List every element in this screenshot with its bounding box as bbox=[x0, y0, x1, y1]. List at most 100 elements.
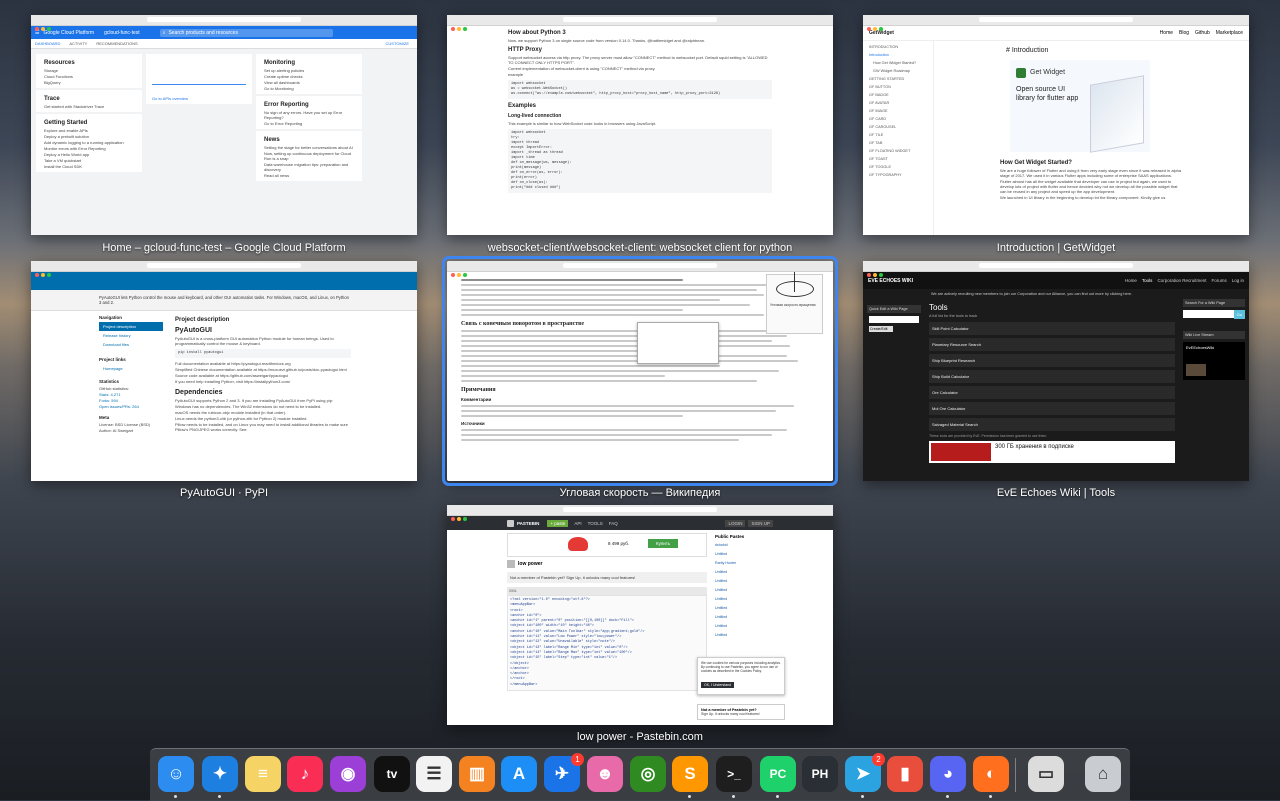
nav-tools[interactable]: Tools bbox=[1142, 278, 1153, 283]
paste-button[interactable]: + paste bbox=[547, 519, 569, 527]
nav-api[interactable]: API bbox=[574, 521, 581, 526]
nav-tools[interactable]: TOOLS bbox=[588, 521, 603, 526]
gs-item[interactable]: Deploy a prebuilt solution bbox=[44, 134, 134, 139]
testflight-icon[interactable]: ✈ 1 bbox=[544, 753, 584, 792]
sidebar-item[interactable]: GW Widget Roadmap bbox=[863, 67, 933, 75]
nav-marketplace[interactable]: Marketplace bbox=[1216, 30, 1243, 36]
gs-item[interactable]: Take a VM quickstart bbox=[44, 158, 134, 163]
stream-player[interactable]: EvEEchoesWiki bbox=[1183, 342, 1245, 380]
wiki-search-button[interactable]: Go bbox=[1233, 310, 1245, 319]
tool-item[interactable]: Skill Point Calculator bbox=[929, 322, 1175, 335]
tool-item[interactable]: Ore Calculator bbox=[929, 386, 1175, 399]
window-gcp[interactable]: ☰ Google Cloud Platform gcloud-func-test… bbox=[31, 15, 417, 235]
public-paste-item[interactable]: Untitled bbox=[715, 615, 775, 619]
tool-item[interactable]: Ship Build Calculator bbox=[929, 370, 1175, 383]
sidebar-item[interactable]: GF IMAGE bbox=[863, 107, 933, 115]
finder-icon[interactable]: ☺ bbox=[158, 756, 194, 792]
sidebar-item[interactable]: GF AVATAR bbox=[863, 99, 933, 107]
trash-icon[interactable]: ⌂ bbox=[1085, 756, 1121, 792]
reminders-icon[interactable]: ☰ bbox=[416, 756, 452, 792]
public-paste-item[interactable]: dshahid bbox=[715, 543, 775, 547]
ad-banner[interactable]: 8 499 руб. Купить bbox=[507, 533, 707, 557]
nvidia-icon[interactable]: ◎ bbox=[630, 756, 666, 792]
window-caption-gcp[interactable]: Home – gcloud-func-test – Google Cloud P… bbox=[31, 242, 417, 254]
nav-download-files[interactable]: Download files bbox=[99, 340, 163, 349]
window-pyautogui[interactable]: PyAutoGUI lets Python control the mouse … bbox=[31, 261, 417, 481]
public-paste-item[interactable]: Untitled bbox=[715, 633, 775, 637]
sidebar-item[interactable]: GF TYPOGRAPHY bbox=[863, 171, 933, 179]
nav-home[interactable]: Home bbox=[1125, 278, 1137, 283]
window-caption-pastebin[interactable]: low power - Pastebin.com bbox=[447, 731, 833, 743]
mon-item[interactable]: Create uptime checks bbox=[264, 74, 354, 79]
wiki-search-input[interactable] bbox=[1183, 310, 1234, 318]
tab-activity[interactable]: ACTIVITY bbox=[69, 41, 87, 46]
gs-item[interactable]: Install the Cloud SDK bbox=[44, 164, 134, 169]
firefox-icon[interactable]: ◐ bbox=[973, 756, 1009, 792]
sidebar-item[interactable]: GETTING STARTED bbox=[863, 75, 933, 83]
terminal-icon[interactable]: >_ bbox=[716, 756, 752, 792]
sidebar-item[interactable]: How Get Widget Started? bbox=[863, 59, 933, 67]
nav-blog[interactable]: Blog bbox=[1179, 30, 1189, 36]
stat-item[interactable]: Forks: 594 bbox=[99, 398, 157, 403]
public-paste-item[interactable]: Untitled bbox=[715, 597, 775, 601]
sidebar-item[interactable]: Introduction bbox=[863, 51, 933, 59]
public-paste-item[interactable]: Untitled bbox=[715, 624, 775, 628]
gs-item[interactable]: Deploy a Hello World app bbox=[44, 152, 134, 157]
app-store-icon[interactable]: A bbox=[501, 756, 537, 792]
sidebar-item[interactable]: GF TOAST bbox=[863, 155, 933, 163]
istat-icon[interactable]: ▮ bbox=[887, 756, 923, 792]
resource-bigquery[interactable]: BigQuery bbox=[44, 80, 134, 85]
safari-icon[interactable]: ✦ bbox=[202, 756, 238, 792]
public-paste-item[interactable]: Untitled bbox=[715, 570, 775, 574]
stat-item[interactable]: Open issues/PRs: 264 bbox=[99, 404, 157, 409]
tool-item[interactable]: Planetary Resource Search bbox=[929, 338, 1175, 351]
signup-button[interactable]: SIGN UP bbox=[748, 519, 773, 527]
link-homepage[interactable]: Homepage bbox=[99, 364, 163, 373]
books-icon[interactable]: ▥ bbox=[459, 756, 495, 792]
tool-item[interactable]: Salvaged Material Search bbox=[929, 418, 1175, 431]
window-caption-eve[interactable]: EvE Echoes Wiki | Tools bbox=[863, 487, 1249, 499]
ad-buy-button[interactable]: Купить bbox=[648, 539, 679, 548]
login-button[interactable]: LOGIN bbox=[725, 519, 746, 527]
tool-item[interactable]: Ship Blueprint Research bbox=[929, 354, 1175, 367]
project-selector[interactable]: gcloud-func-test bbox=[104, 30, 140, 36]
sidebar-item[interactable]: GF BADGE bbox=[863, 91, 933, 99]
window-getwidget[interactable]: GetWidget Home Blog Github Marketplace I… bbox=[863, 15, 1249, 235]
nav-project-description[interactable]: Project description bbox=[99, 322, 163, 331]
nav-release-history[interactable]: Release history bbox=[99, 331, 163, 340]
nav-home[interactable]: Home bbox=[1160, 30, 1173, 36]
public-paste-item[interactable]: Untitled bbox=[715, 579, 775, 583]
member-notice[interactable]: Not a member of Pastebin yet? Sign Up, i… bbox=[507, 572, 707, 583]
preview-icon[interactable]: ▭ bbox=[1028, 756, 1064, 792]
gs-item[interactable]: Add dynamic logging to a running applica… bbox=[44, 140, 134, 145]
recruit-notice[interactable]: We are actively recruiting new members t… bbox=[863, 289, 1249, 299]
stat-item[interactable]: Stars: 4,271 bbox=[99, 392, 157, 397]
news-item[interactable]: Setting the stage for better conversatio… bbox=[264, 145, 354, 150]
music-icon[interactable]: ♪ bbox=[287, 756, 323, 792]
window-caption-pyautogui[interactable]: PyAutoGUI · PyPI bbox=[31, 487, 417, 499]
news-item[interactable]: Now, setting up continuous deployment fo… bbox=[264, 151, 354, 161]
sidebar-item[interactable]: GF BUTTON bbox=[863, 83, 933, 91]
sidebar-item[interactable]: GF TAB bbox=[863, 139, 933, 147]
sublime-icon[interactable]: S bbox=[672, 756, 708, 792]
sidebar-item[interactable]: GF CARD bbox=[863, 115, 933, 123]
trace-link[interactable]: Get started with Stackdriver Trace bbox=[44, 104, 134, 109]
tv-icon[interactable]: tv bbox=[374, 756, 410, 792]
sidebar-item[interactable]: GF CAROUSEL bbox=[863, 123, 933, 131]
public-paste-item[interactable]: Untitled bbox=[715, 552, 775, 556]
sidebar-item[interactable]: GF TOGGLE bbox=[863, 163, 933, 171]
search-input[interactable]: ⌕ Search products and resources bbox=[159, 28, 333, 37]
window-caption-wikipedia[interactable]: Угловая скорость — Википедия bbox=[447, 487, 833, 499]
nav-forums[interactable]: Forums bbox=[1211, 278, 1226, 283]
notes-icon[interactable]: ≡ bbox=[245, 756, 281, 792]
public-paste-item[interactable]: Untitled bbox=[715, 588, 775, 592]
news-item[interactable]: Read all news bbox=[264, 173, 354, 178]
gs-item[interactable]: Explore and enable APIs bbox=[44, 128, 134, 133]
pb-brand[interactable]: PASTEBIN bbox=[517, 521, 539, 526]
apis-link[interactable]: Go to APIs overview bbox=[152, 96, 188, 101]
mon-item[interactable]: View all dashboards bbox=[264, 80, 354, 85]
news-item[interactable]: Data warehouse migration tips: preparati… bbox=[264, 162, 354, 172]
nav-faq[interactable]: FAQ bbox=[609, 521, 618, 526]
mon-item[interactable]: Go to Monitoring bbox=[264, 86, 354, 91]
customize-button[interactable]: CUSTOMIZE bbox=[386, 41, 409, 46]
